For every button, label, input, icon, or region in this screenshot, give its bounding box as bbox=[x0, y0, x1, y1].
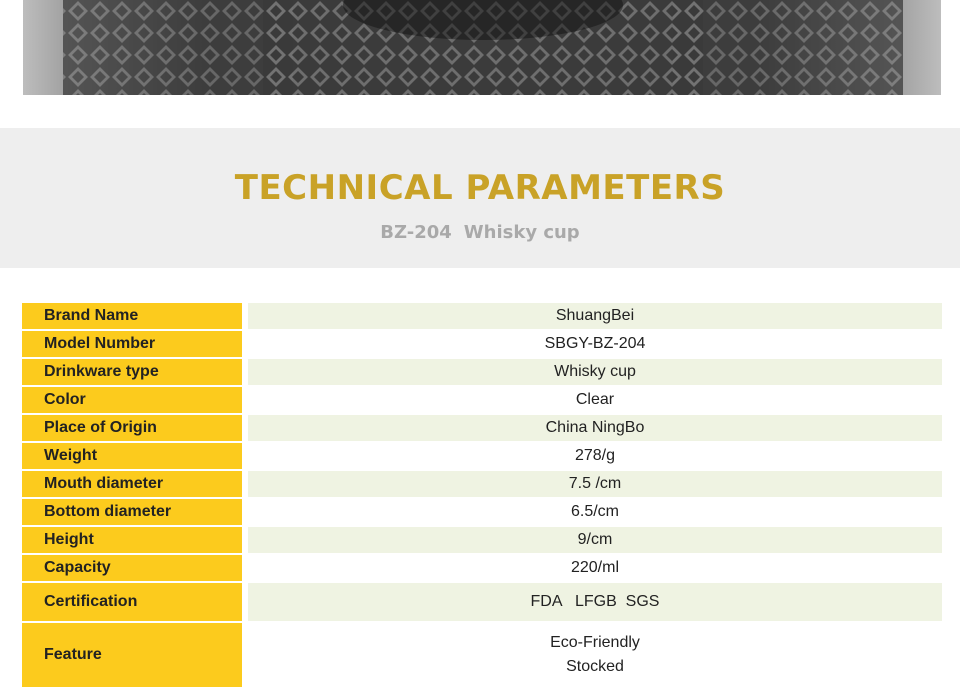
product-photo bbox=[23, 0, 941, 95]
spec-value-line: 278/g bbox=[574, 447, 616, 464]
spec-row: Color Clear bbox=[22, 387, 942, 415]
spec-row: Mouth diameter 7.5 /cm bbox=[22, 471, 942, 499]
spec-value-line: 7.5 /cm bbox=[568, 475, 622, 492]
spec-value: Eco-Friendly Stocked bbox=[248, 623, 942, 687]
spec-row: Weight 278/g bbox=[22, 443, 942, 471]
spec-row: Drinkware type Whisky cup bbox=[22, 359, 942, 387]
spec-row: Model Number SBGY-BZ-204 bbox=[22, 331, 942, 359]
spec-value: Clear bbox=[248, 387, 942, 413]
spec-label: Mouth diameter bbox=[22, 471, 242, 497]
spec-table: Brand Name ShuangBei Model Number SBGY-BZ-2… bbox=[22, 303, 942, 689]
spec-value: 6.5/cm bbox=[248, 499, 942, 525]
spec-label: Height bbox=[22, 527, 242, 553]
spec-label: Bottom diameter bbox=[22, 499, 242, 525]
spec-value-line: 220/ml bbox=[570, 559, 620, 576]
spec-value-line: SBGY-BZ-204 bbox=[544, 335, 646, 352]
spec-value: ShuangBei bbox=[248, 303, 942, 329]
spec-label: Brand Name bbox=[22, 303, 242, 329]
spec-row: Feature Eco-Friendly Stocked bbox=[22, 623, 942, 689]
spec-value: 9/cm bbox=[248, 527, 942, 553]
spec-value: 220/ml bbox=[248, 555, 942, 581]
spec-value-line: Clear bbox=[575, 391, 615, 408]
spec-label: Color bbox=[22, 387, 242, 413]
section-subtitle: BZ-204 Whisky cup bbox=[0, 222, 960, 243]
spec-value-line: ShuangBei bbox=[555, 307, 635, 324]
section-title: TECHNICAL PARAMETERS bbox=[234, 168, 726, 208]
spec-label: Place of Origin bbox=[22, 415, 242, 441]
spec-label: Weight bbox=[22, 443, 242, 469]
spec-label: Drinkware type bbox=[22, 359, 242, 385]
spec-value: SBGY-BZ-204 bbox=[248, 331, 942, 357]
glass-pattern-image bbox=[23, 0, 941, 95]
spec-value-line: Eco-Friendly bbox=[550, 634, 640, 651]
spec-value-line: China NingBo bbox=[545, 419, 645, 436]
spec-value-line: 9/cm bbox=[577, 531, 613, 548]
spec-value: FDA LFGB SGS bbox=[248, 583, 942, 621]
spec-row: Bottom diameter 6.5/cm bbox=[22, 499, 942, 527]
product-name: Whisky cup bbox=[463, 222, 580, 243]
spec-label: Certification bbox=[22, 583, 242, 621]
spec-row: Certification FDA LFGB SGS bbox=[22, 583, 942, 623]
spec-label: Feature bbox=[22, 623, 242, 687]
spec-label: Capacity bbox=[22, 555, 242, 581]
spec-value-line: 6.5/cm bbox=[570, 503, 619, 520]
spec-value: 278/g bbox=[248, 443, 942, 469]
spec-row: Place of Origin China NingBo bbox=[22, 415, 942, 443]
spec-row: Capacity 220/ml bbox=[22, 555, 942, 583]
spec-row: Height 9/cm bbox=[22, 527, 942, 555]
model-code: BZ-204 bbox=[380, 222, 452, 243]
spec-value-line: FDA LFGB SGS bbox=[530, 593, 660, 610]
spec-row: Brand Name ShuangBei bbox=[22, 303, 942, 331]
spec-value-line: Stocked bbox=[566, 658, 624, 675]
spec-value-line: Whisky cup bbox=[554, 363, 636, 380]
spec-value: 7.5 /cm bbox=[248, 471, 942, 497]
spec-value: Whisky cup bbox=[248, 359, 942, 385]
spec-label: Model Number bbox=[22, 331, 242, 357]
spec-value: China NingBo bbox=[248, 415, 942, 441]
